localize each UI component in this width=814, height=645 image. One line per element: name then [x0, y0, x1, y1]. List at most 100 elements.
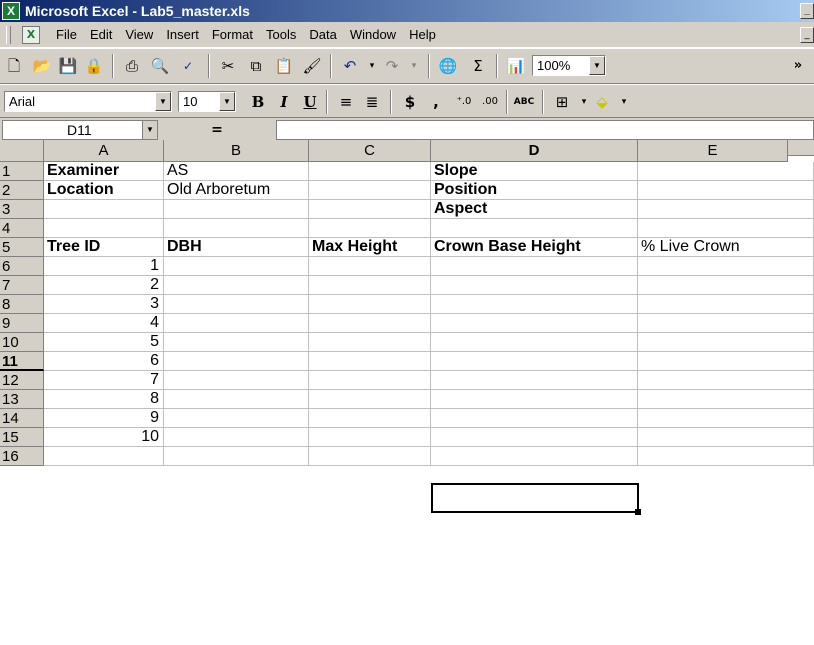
cell-b11[interactable]	[164, 352, 309, 371]
cell-a6[interactable]: 1	[44, 257, 164, 276]
edit-formula-button[interactable]: =	[188, 120, 246, 140]
cell-d8[interactable]	[431, 295, 638, 314]
cell-e6[interactable]	[638, 257, 814, 276]
menu-tools[interactable]: Tools	[266, 27, 296, 42]
paste-icon[interactable]: 📋	[272, 55, 296, 77]
fill-color-icon[interactable]: ⬙	[590, 91, 614, 113]
cell-c2[interactable]	[309, 181, 431, 200]
cell-b15[interactable]	[164, 428, 309, 447]
column-header-e[interactable]: E	[638, 140, 788, 162]
column-header-a[interactable]: A	[44, 140, 164, 162]
borders-icon[interactable]: ⊞	[550, 91, 574, 113]
row-header-7[interactable]: 7	[0, 276, 44, 295]
cell-c13[interactable]	[309, 390, 431, 409]
autosum-icon[interactable]: Σ	[466, 55, 490, 77]
cell-a11[interactable]: 6	[44, 352, 164, 371]
cell-c14[interactable]	[309, 409, 431, 428]
cell-a12[interactable]: 7	[44, 371, 164, 390]
cell-d12[interactable]	[431, 371, 638, 390]
chevron-down-icon[interactable]: ▼	[155, 92, 171, 111]
cell-c12[interactable]	[309, 371, 431, 390]
cell-a8[interactable]: 3	[44, 295, 164, 314]
cell-c11[interactable]	[309, 352, 431, 371]
formula-input[interactable]	[276, 120, 814, 140]
cell-b4[interactable]	[164, 219, 309, 238]
cell-e15[interactable]	[638, 428, 814, 447]
row-header-9[interactable]: 9	[0, 314, 44, 333]
font-size-combo[interactable]: 10 ▼	[178, 91, 236, 112]
cell-b6[interactable]	[164, 257, 309, 276]
menu-insert[interactable]: Insert	[166, 27, 199, 42]
open-icon[interactable]: 📂	[30, 55, 54, 77]
cell-a1[interactable]: Examiner	[44, 162, 164, 181]
menu-window[interactable]: Window	[350, 27, 396, 42]
toolbar-overflow-icon[interactable]: »	[786, 55, 810, 77]
cell-c3[interactable]	[309, 200, 431, 219]
cell-d13[interactable]	[431, 390, 638, 409]
redo-icon[interactable]: ↷	[380, 55, 404, 77]
cell-e14[interactable]	[638, 409, 814, 428]
cell-b9[interactable]	[164, 314, 309, 333]
cell-b3[interactable]	[164, 200, 309, 219]
row-header-13[interactable]: 13	[0, 390, 44, 409]
cell-c1[interactable]	[309, 162, 431, 181]
cell-e8[interactable]	[638, 295, 814, 314]
cell-c5[interactable]: Max Height	[309, 238, 431, 257]
cell-e1[interactable]	[638, 162, 814, 181]
menu-format[interactable]: Format	[212, 27, 253, 42]
cell-d16[interactable]	[431, 447, 638, 466]
row-header-16[interactable]: 16	[0, 447, 44, 466]
zoom-combo[interactable]: 100% ▼	[532, 55, 606, 76]
cell-b8[interactable]	[164, 295, 309, 314]
column-header-c[interactable]: C	[309, 140, 431, 162]
chevron-down-icon[interactable]: ▼	[142, 121, 157, 139]
cell-c16[interactable]	[309, 447, 431, 466]
cell-d4[interactable]	[431, 219, 638, 238]
cell-c9[interactable]	[309, 314, 431, 333]
workbook-minimize-button[interactable]: _	[800, 27, 814, 43]
cell-d6[interactable]	[431, 257, 638, 276]
toolbar-grip[interactable]	[6, 26, 11, 44]
fill-handle[interactable]	[635, 509, 641, 515]
minimize-button[interactable]: _	[800, 3, 814, 19]
italic-button[interactable]: I	[272, 91, 296, 113]
cell-b1[interactable]: AS	[164, 162, 309, 181]
select-all-corner[interactable]	[0, 140, 44, 162]
cell-d11[interactable]	[431, 352, 638, 371]
hyperlink-icon[interactable]: 🌐	[436, 55, 460, 77]
row-header-12[interactable]: 12	[0, 371, 44, 390]
menu-view[interactable]: View	[125, 27, 153, 42]
cell-e16[interactable]	[638, 447, 814, 466]
menu-file[interactable]: File	[56, 27, 77, 42]
cell-a15[interactable]: 10	[44, 428, 164, 447]
cell-e4[interactable]	[638, 219, 814, 238]
cell-c15[interactable]	[309, 428, 431, 447]
cell-a14[interactable]: 9	[44, 409, 164, 428]
row-header-10[interactable]: 10	[0, 333, 44, 352]
cell-d10[interactable]	[431, 333, 638, 352]
fill-color-dropdown-icon[interactable]: ▾	[612, 91, 636, 113]
cell-e9[interactable]	[638, 314, 814, 333]
workbook-icon[interactable]: X	[22, 26, 40, 44]
row-header-5[interactable]: 5	[0, 238, 44, 257]
save-icon[interactable]: 💾	[56, 55, 80, 77]
row-header-1[interactable]: 1	[0, 162, 44, 181]
cell-e2[interactable]	[638, 181, 814, 200]
format-painter-icon[interactable]: 🖌	[300, 55, 324, 77]
row-header-2[interactable]: 2	[0, 181, 44, 200]
spelling-abc-icon[interactable]: ABC	[512, 91, 536, 113]
cell-b12[interactable]	[164, 371, 309, 390]
cell-b7[interactable]	[164, 276, 309, 295]
underline-button[interactable]: U	[298, 91, 322, 113]
row-header-3[interactable]: 3	[0, 200, 44, 219]
cell-c8[interactable]	[309, 295, 431, 314]
row-header-11[interactable]: 11	[0, 352, 44, 371]
cell-c4[interactable]	[309, 219, 431, 238]
cell-b2[interactable]: Old Arboretum	[164, 181, 309, 200]
cell-d7[interactable]	[431, 276, 638, 295]
permission-icon[interactable]: 🔒	[82, 55, 106, 77]
cell-a3[interactable]	[44, 200, 164, 219]
font-combo[interactable]: Arial ▼	[4, 91, 172, 112]
align-center-icon[interactable]: ≣	[360, 91, 384, 113]
cell-a13[interactable]: 8	[44, 390, 164, 409]
